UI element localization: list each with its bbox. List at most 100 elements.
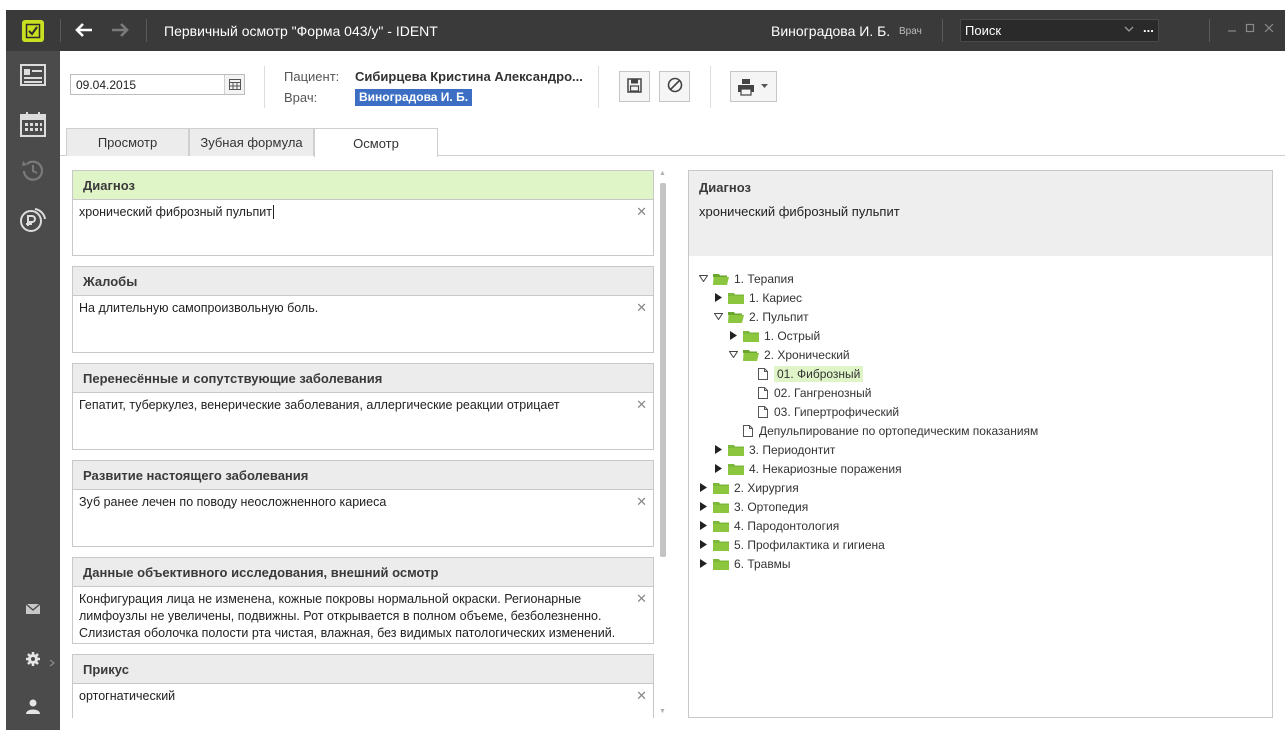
bite-field[interactable]: ортогнатический ✕ [73, 684, 653, 709]
patient-card-icon[interactable] [6, 57, 60, 93]
tree-item-periodontology[interactable]: 4. Пародонтология [697, 516, 839, 535]
patient-name[interactable]: Сибирцева Кристина Александро... [355, 69, 583, 84]
doctor-name[interactable]: Виноградова И. Б. [355, 89, 473, 106]
tree-item-injuries[interactable]: 6. Травмы [697, 554, 790, 573]
tree-item-pulpitis[interactable]: 2. Пульпит [712, 307, 809, 326]
user-profile-icon[interactable] [6, 688, 60, 724]
expand-arrow-icon[interactable] [697, 501, 709, 513]
form-scrollbar[interactable]: ▲ ▼ [658, 170, 667, 718]
chevron-right-icon[interactable] [49, 659, 55, 669]
clear-icon[interactable]: ✕ [636, 203, 647, 220]
maximize-icon[interactable] [1243, 22, 1257, 36]
diagnosis-field[interactable]: хронический фиброзный пульпит ✕ [73, 200, 653, 225]
tree-item-prophylaxis[interactable]: 5. Профилактика и гигиена [697, 535, 885, 554]
expand-arrow-icon[interactable] [697, 520, 709, 532]
save-button[interactable] [619, 71, 650, 102]
print-button[interactable] [730, 71, 777, 102]
folder-open-icon [728, 311, 744, 323]
section-title: Перенесённые и сопутствующие заболевания [73, 364, 653, 393]
expand-arrow-icon[interactable] [697, 539, 709, 551]
selected-diagnosis-header: Диагноз хронический фиброзный пульпит [689, 171, 1272, 256]
tree-item-noncarious[interactable]: 4. Некариозные поражения [712, 459, 902, 478]
calendar-picker-icon[interactable] [224, 75, 244, 94]
mail-icon[interactable] [6, 591, 60, 627]
tree-item-hypertrophic[interactable]: 03. Гипертрофический [742, 402, 899, 421]
field-text: Гепатит, туберкулез, венерические заболе… [79, 398, 560, 412]
tab-examination[interactable]: Осмотр [314, 128, 438, 157]
tree-item-orthopedics[interactable]: 3. Ортопедия [697, 497, 808, 516]
minimize-icon[interactable] [1225, 22, 1239, 36]
field-text: Конфигурация лица не изменена, кожные по… [79, 592, 616, 640]
tree-item-gangrenous[interactable]: 02. Гангренозный [742, 383, 872, 402]
disease-development-field[interactable]: Зуб ранее лечен по поводу неосложненного… [73, 490, 653, 515]
tree-item-caries[interactable]: 1. Кариес [712, 288, 802, 307]
clear-icon[interactable]: ✕ [636, 299, 647, 316]
tab-view[interactable]: Просмотр [66, 128, 189, 156]
folder-icon [743, 330, 759, 342]
search-box[interactable]: ... [960, 19, 1159, 42]
text-cursor [272, 205, 274, 219]
document-icon [743, 424, 753, 437]
current-user-name[interactable]: Виноградова И. Б. [771, 23, 890, 39]
panel-title: Диагноз [699, 180, 751, 195]
tab-dental-chart[interactable]: Зубная формула [189, 128, 314, 156]
clear-icon[interactable]: ✕ [636, 493, 647, 510]
expand-arrow-icon[interactable] [712, 463, 724, 475]
collapse-arrow-icon[interactable] [727, 349, 739, 361]
expand-arrow-icon[interactable] [697, 482, 709, 494]
section-title: Диагноз [73, 171, 653, 200]
clear-icon[interactable]: ✕ [636, 590, 647, 607]
tree-item-fibrous[interactable]: 01. Фиброзный [742, 364, 864, 383]
date-input[interactable] [71, 75, 221, 94]
clear-icon[interactable]: ✕ [636, 687, 647, 704]
expand-arrow-icon[interactable] [697, 558, 709, 570]
tree-item-therapy[interactable]: 1. Терапия [697, 269, 794, 288]
close-icon[interactable] [1262, 22, 1276, 36]
dropdown-arrow-icon[interactable] [761, 82, 768, 91]
complaints-field[interactable]: На длительную самопроизвольную боль. ✕ [73, 296, 653, 321]
clear-icon[interactable]: ✕ [636, 396, 647, 413]
tree-item-label: 6. Травмы [734, 556, 791, 571]
history-clock-icon[interactable] [6, 153, 60, 189]
scroll-up-icon[interactable]: ▲ [659, 170, 666, 177]
tree-item-label: 01. Фиброзный [774, 365, 864, 382]
tree-item-surgery[interactable]: 2. Хирургия [697, 478, 799, 497]
cancel-button[interactable] [659, 71, 690, 102]
search-input[interactable] [961, 20, 1121, 41]
expand-arrow-icon[interactable] [727, 330, 739, 342]
tree-item-label: 4. Пародонтология [734, 518, 840, 533]
titlebar-divider [942, 19, 943, 42]
toolbar-divider [264, 66, 265, 108]
expand-arrow-icon[interactable] [712, 292, 724, 304]
calendar-icon[interactable] [6, 106, 60, 142]
tree-item-periodontitis[interactable]: 3. Периодонтит [712, 440, 835, 459]
past-diseases-field[interactable]: Гепатит, туберкулез, венерические заболе… [73, 393, 653, 418]
collapse-arrow-icon[interactable] [712, 311, 724, 323]
field-text: хронический фиброзный пульпит [79, 205, 272, 219]
objective-exam-field[interactable]: Конфигурация лица не изменена, кожные по… [73, 587, 653, 646]
window-title: Первичный осмотр "Форма 043/у" - IDENT [164, 23, 438, 39]
payments-icon[interactable] [6, 201, 60, 237]
tree-item-label: 3. Периодонтит [749, 442, 836, 457]
chevron-down-icon[interactable] [1124, 22, 1134, 39]
field-text: На длительную самопроизвольную боль. [79, 301, 319, 315]
scroll-down-icon[interactable]: ▼ [659, 708, 666, 715]
app-logo[interactable] [6, 10, 60, 51]
tree-item-chronic[interactable]: 2. Хронический [727, 345, 850, 364]
date-field[interactable] [70, 74, 245, 95]
scrollbar-thumb[interactable] [660, 183, 666, 557]
arrow-left-icon[interactable] [72, 18, 96, 42]
collapse-arrow-icon[interactable] [697, 273, 709, 285]
section-title: Данные объективного исследования, внешни… [73, 558, 653, 587]
titlebar-divider [146, 19, 147, 42]
arrow-right-icon[interactable] [108, 18, 132, 42]
tree-item-depulping[interactable]: Депульпирование по ортопедическим показа… [727, 421, 1038, 440]
complaints-section: Жалобы На длительную самопроизвольную бо… [72, 266, 654, 353]
tree-item-acute[interactable]: 1. Острый [727, 326, 820, 345]
search-more-button[interactable]: ... [1143, 20, 1154, 35]
doctor-label: Врач: [284, 90, 318, 105]
expand-arrow-icon[interactable] [712, 444, 724, 456]
folder-icon [713, 558, 729, 570]
